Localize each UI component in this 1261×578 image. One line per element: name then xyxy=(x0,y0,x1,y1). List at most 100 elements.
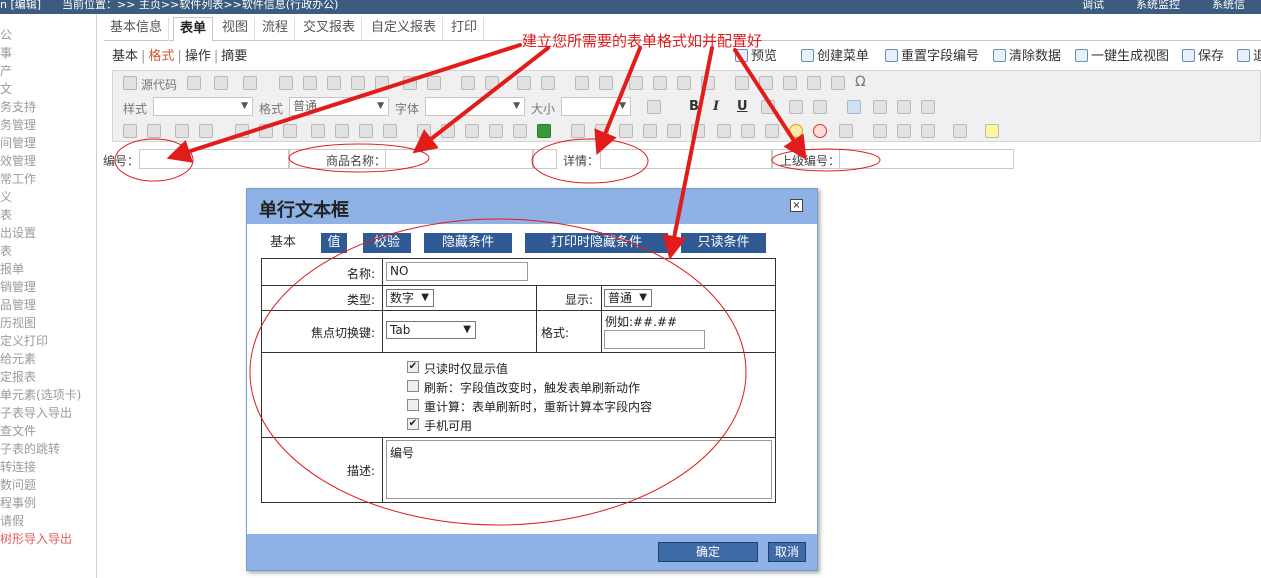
doc-icon[interactable] xyxy=(383,124,397,138)
sidebar-item[interactable]: 请假 xyxy=(0,514,24,528)
sidebar-item[interactable]: 表 xyxy=(0,208,12,222)
list-view-icon[interactable] xyxy=(359,124,373,138)
field-input-product-name[interactable] xyxy=(385,149,533,169)
type-select[interactable]: 数字 ▼ xyxy=(386,289,434,307)
subtab-action[interactable]: 操作 xyxy=(185,49,211,64)
sidebar-item[interactable]: 产 xyxy=(0,64,12,78)
sidebar-item[interactable]: 间管理 xyxy=(0,136,36,150)
print-icon[interactable] xyxy=(243,76,257,90)
field-input-details[interactable] xyxy=(600,149,772,169)
bullet-list-icon[interactable] xyxy=(599,76,613,90)
underline-button[interactable]: U xyxy=(737,99,748,114)
sidebar-item[interactable]: 品管理 xyxy=(0,298,36,312)
radio-control-icon[interactable] xyxy=(147,124,161,138)
tab-view[interactable]: 视图 xyxy=(216,17,256,41)
focus-key-select[interactable]: Tab ▼ xyxy=(386,321,476,339)
sidebar-item[interactable]: 子表导入导出 xyxy=(0,406,72,420)
device-icon[interactable] xyxy=(839,124,853,138)
sidebar-item[interactable]: 子表的跳转 xyxy=(0,442,60,456)
sidebar-item[interactable]: 定报表 xyxy=(0,370,36,384)
macro-control-icon[interactable] xyxy=(283,124,297,138)
format-input[interactable] xyxy=(604,330,705,349)
dept-select-icon[interactable] xyxy=(441,124,455,138)
pen-icon[interactable] xyxy=(571,124,585,138)
special-char-button[interactable]: Ω xyxy=(855,74,866,90)
ordered-list-icon[interactable] xyxy=(575,76,589,90)
size-select[interactable]: ▼ xyxy=(561,97,631,116)
map-icon[interactable] xyxy=(643,124,657,138)
refresh-checkbox[interactable] xyxy=(407,380,419,392)
module-icon[interactable] xyxy=(513,124,527,138)
sidebar-item[interactable]: 文 xyxy=(0,82,12,96)
subtab-format[interactable]: 格式 xyxy=(148,49,174,64)
sidebar-item[interactable]: 公 xyxy=(0,28,12,42)
word-icon[interactable] xyxy=(741,124,755,138)
date-icon[interactable] xyxy=(465,124,479,138)
sidebar-item[interactable]: 常工作 xyxy=(0,172,36,186)
excel-icon[interactable] xyxy=(717,124,731,138)
cut-icon[interactable] xyxy=(279,76,293,90)
sidebar-item[interactable]: 销管理 xyxy=(0,280,36,294)
sidebar-item[interactable]: 给元素 xyxy=(0,352,36,366)
sidebar-item[interactable]: 程事例 xyxy=(0,496,36,510)
tab-flow[interactable]: 流程 xyxy=(256,17,296,41)
image-icon[interactable] xyxy=(735,76,749,90)
close-icon[interactable]: × xyxy=(790,199,803,212)
clear-data-button[interactable]: 清除数据 xyxy=(993,45,1061,64)
readonly-display-checkbox[interactable]: ✔ xyxy=(407,361,419,373)
div-icon[interactable] xyxy=(701,76,715,90)
calc-icon[interactable] xyxy=(335,124,349,138)
superscript-icon[interactable] xyxy=(813,100,827,114)
user-select-icon[interactable] xyxy=(417,124,431,138)
bank-icon[interactable] xyxy=(311,124,325,138)
redo-icon[interactable] xyxy=(427,76,441,90)
style-select[interactable]: ▼ xyxy=(153,97,253,116)
format-select[interactable]: 普通 ▼ xyxy=(289,97,389,116)
qrcode-icon[interactable] xyxy=(691,124,705,138)
name-input[interactable]: NO xyxy=(386,262,528,281)
dialog-tab-basic[interactable]: 基本 xyxy=(263,233,303,253)
create-menu-button[interactable]: 创建菜单 xyxy=(801,45,869,64)
dialog-tab-print-hide-condition[interactable]: 打印时隐藏条件 xyxy=(525,233,668,253)
source-button[interactable]: 源代码 xyxy=(141,76,177,93)
unlink-icon[interactable] xyxy=(897,124,911,138)
subtab-summary[interactable]: 摘要 xyxy=(221,49,247,64)
field-input-parent-no[interactable] xyxy=(839,149,1014,169)
italic-button[interactable]: I xyxy=(713,99,719,114)
sidebar-item[interactable]: 表 xyxy=(0,244,12,258)
align-left-icon[interactable] xyxy=(847,100,861,114)
eraser-icon[interactable] xyxy=(541,76,555,90)
cancel-button[interactable]: 取消 xyxy=(768,542,806,562)
subtab-basic[interactable]: 基本 xyxy=(112,49,138,64)
field-input-no[interactable] xyxy=(139,149,289,169)
signature-icon[interactable] xyxy=(667,124,681,138)
reset-field-number-button[interactable]: 重置字段编号 xyxy=(885,45,979,64)
save-button[interactable]: 保存 xyxy=(1182,45,1224,64)
sidebar-item[interactable]: 转连接 xyxy=(0,460,36,474)
globe-icon[interactable] xyxy=(765,124,779,138)
paste-text-icon[interactable] xyxy=(351,76,365,90)
blockquote-icon[interactable] xyxy=(677,76,691,90)
sidebar-item[interactable]: 历视图 xyxy=(0,316,36,330)
sidebar-item[interactable]: 务管理 xyxy=(0,118,36,132)
sidebar-item[interactable]: 出设置 xyxy=(0,226,36,240)
sidebar-item[interactable]: 单元素(选项卡) xyxy=(0,388,81,402)
sidebar-item[interactable]: 数问题 xyxy=(0,478,36,492)
dialog-tab-hide-condition[interactable]: 隐藏条件 xyxy=(424,233,512,253)
topbar-sysinfo-link[interactable]: 系统信 xyxy=(1212,0,1245,12)
green-grid-icon[interactable] xyxy=(537,124,551,138)
mobile-checkbox[interactable]: ✔ xyxy=(407,418,419,430)
ok-button[interactable]: 确定 xyxy=(658,542,758,562)
find-icon[interactable] xyxy=(461,76,475,90)
tab-form[interactable]: 表单 xyxy=(173,17,214,42)
sidebar-item[interactable]: 义 xyxy=(0,190,12,204)
copy-icon[interactable] xyxy=(303,76,317,90)
hr-icon[interactable] xyxy=(807,76,821,90)
source-icon[interactable] xyxy=(123,76,137,90)
maximize-icon[interactable] xyxy=(647,100,661,114)
subscript-icon[interactable] xyxy=(789,100,803,114)
paste-word-icon[interactable] xyxy=(375,76,389,90)
link-icon[interactable] xyxy=(873,124,887,138)
dialog-tab-validate[interactable]: 校验 xyxy=(363,233,411,253)
textfield-control-icon[interactable] xyxy=(175,124,189,138)
